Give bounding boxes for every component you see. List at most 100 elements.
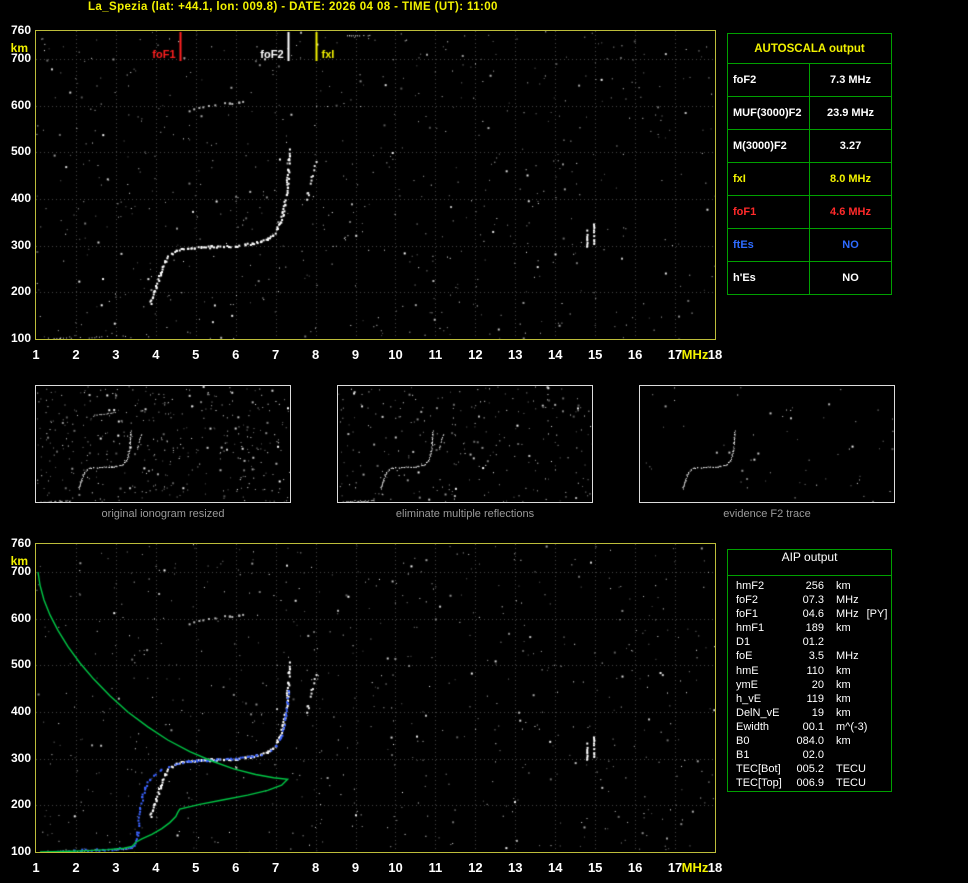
x-axis-tick-label: 2 <box>64 347 88 362</box>
y-axis-tick-label: 760 <box>2 23 31 37</box>
autoscala-value: NO <box>810 229 892 262</box>
aip-row: foF207.3MHz <box>736 593 891 607</box>
aip-param: Ewidth <box>736 720 794 734</box>
autoscala-output-table: AUTOSCALA output foF27.3 MHzMUF(3000)F22… <box>727 33 892 295</box>
aip-unit: km <box>824 692 851 706</box>
aip-row: D101.2 <box>736 635 891 649</box>
x-axis-tick-label: 9 <box>344 860 368 875</box>
aip-extra <box>851 734 859 748</box>
aip-row: hmF2256km <box>736 579 891 593</box>
autoscala-row: ftEsNO <box>728 229 892 262</box>
aip-value: 04.6 <box>794 607 824 621</box>
x-axis-tick-label: 3 <box>104 347 128 362</box>
autoscala-row: M(3000)F23.27 <box>728 130 892 163</box>
aip-value: 005.2 <box>794 762 824 776</box>
y-axis-tick-label: 200 <box>2 797 31 811</box>
autoscala-row: fxI8.0 MHz <box>728 163 892 196</box>
aip-extra <box>836 635 844 649</box>
thumbnail-eliminate-canvas <box>338 386 592 502</box>
aip-row: ymE20km <box>736 678 891 692</box>
aip-unit: TECU <box>824 776 866 790</box>
aip-value: 19 <box>794 706 824 720</box>
thumbnail-caption-evidence: evidence F2 trace <box>639 508 895 520</box>
y-axis-tick-label: 100 <box>2 331 31 345</box>
autoscala-value: 4.6 MHz <box>810 196 892 229</box>
aip-unit: km <box>824 734 851 748</box>
autoscala-value: 8.0 MHz <box>810 163 892 196</box>
x-axis-tick-label: 8 <box>304 347 328 362</box>
x-axis-tick-label: 15 <box>583 860 607 875</box>
x-axis-tick-label: 14 <box>543 347 567 362</box>
aip-table-title: AIP output <box>728 550 891 576</box>
aip-extra <box>851 664 859 678</box>
x-axis-tick-label: 4 <box>144 347 168 362</box>
aip-extra <box>851 678 859 692</box>
x-axis-tick-label: 12 <box>463 347 487 362</box>
aip-value: 084.0 <box>794 734 824 748</box>
aip-unit <box>824 748 836 762</box>
aip-extra <box>859 593 867 607</box>
autoscala-value: 3.27 <box>810 130 892 163</box>
x-axis-tick-label: 3 <box>104 860 128 875</box>
bottom-ionogram-canvas <box>36 544 715 852</box>
page-title: La_Spezia (lat: +44.1, lon: 009.8) - DAT… <box>88 1 498 13</box>
aip-row: Ewidth00.1m^(-3) <box>736 720 891 734</box>
y-axis-tick-label: 300 <box>2 751 31 765</box>
aip-param: B1 <box>736 748 794 762</box>
aip-value: 189 <box>794 621 824 635</box>
aip-value: 07.3 <box>794 593 824 607</box>
x-axis-unit-label: MHz <box>679 347 711 362</box>
aip-param: foE <box>736 649 794 663</box>
aip-extra: [PY] <box>859 607 888 621</box>
y-axis-tick-label: 300 <box>2 238 31 252</box>
aip-param: hmF1 <box>736 621 794 635</box>
autoscala-value: 23.9 MHz <box>810 97 892 130</box>
x-axis-tick-label: 10 <box>383 860 407 875</box>
aip-unit: km <box>824 664 851 678</box>
aip-row: foE3.5MHz <box>736 649 891 663</box>
x-axis-tick-label: 13 <box>503 347 527 362</box>
y-axis-tick-label: 500 <box>2 657 31 671</box>
x-axis-tick-label: 16 <box>623 347 647 362</box>
aip-row: DelN_vE19km <box>736 706 891 720</box>
thumbnail-evidence-canvas <box>640 386 894 502</box>
autoscala-param: foF2 <box>728 64 810 97</box>
autoscala-param: h'Es <box>728 262 810 295</box>
aip-unit: km <box>824 706 851 720</box>
aip-unit: TECU <box>824 762 866 776</box>
autoscala-value: NO <box>810 262 892 295</box>
aip-value: 02.0 <box>794 748 824 762</box>
aip-row: B102.0 <box>736 748 891 762</box>
aip-output-table: AIP output hmF2256kmfoF207.3MHzfoF104.6M… <box>727 549 892 792</box>
autoscala-param: fxI <box>728 163 810 196</box>
y-axis-tick-label: 400 <box>2 704 31 718</box>
aip-extra <box>867 720 875 734</box>
aip-row: foF104.6MHz[PY] <box>736 607 891 621</box>
aip-param: hmF2 <box>736 579 794 593</box>
aip-row: h_vE119km <box>736 692 891 706</box>
thumbnail-original-canvas <box>36 386 290 502</box>
top-ionogram-plot-frame <box>35 30 716 340</box>
y-axis-tick-label: 600 <box>2 611 31 625</box>
aip-row: TEC[Bot]005.2TECU <box>736 762 891 776</box>
aip-row: hmE110km <box>736 664 891 678</box>
x-axis-tick-label: 13 <box>503 860 527 875</box>
x-axis-tick-label: 2 <box>64 860 88 875</box>
x-axis-tick-label: 4 <box>144 860 168 875</box>
autoscala-param: MUF(3000)F2 <box>728 97 810 130</box>
y-axis-tick-label: 400 <box>2 191 31 205</box>
aip-param: ymE <box>736 678 794 692</box>
aip-value: 119 <box>794 692 824 706</box>
thumbnail-caption-eliminate: eliminate multiple reflections <box>337 508 593 520</box>
aip-value: 110 <box>794 664 824 678</box>
aip-value: 00.1 <box>794 720 824 734</box>
aip-param: h_vE <box>736 692 794 706</box>
thumbnail-caption-original: original ionogram resized <box>35 508 291 520</box>
autoscala-row: foF27.3 MHz <box>728 64 892 97</box>
aip-param: B0 <box>736 734 794 748</box>
aip-value: 01.2 <box>794 635 824 649</box>
x-axis-tick-label: 11 <box>423 347 447 362</box>
aip-param: foF1 <box>736 607 794 621</box>
y-axis-unit-label: km <box>2 41 28 55</box>
aip-value: 256 <box>794 579 824 593</box>
